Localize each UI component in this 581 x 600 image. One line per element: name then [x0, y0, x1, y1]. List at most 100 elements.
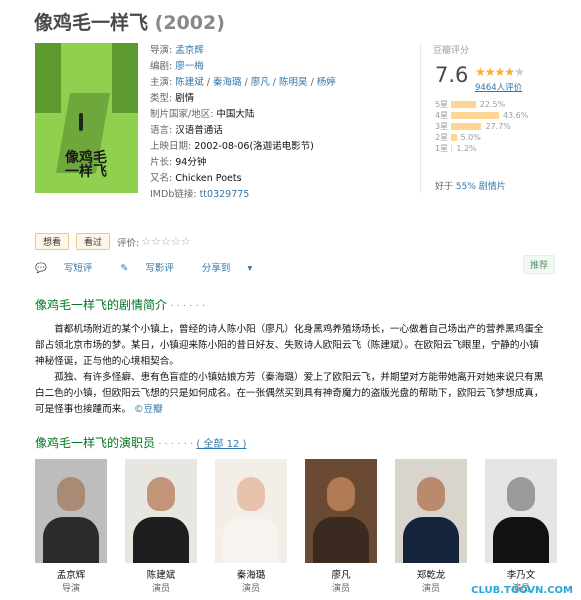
cast-link[interactable]: 陈明昊 [279, 77, 308, 88]
write-short-review-link[interactable]: 💬 写短评 [35, 260, 106, 274]
cast-member[interactable]: 陈建斌 演员 [125, 459, 197, 594]
poster-title: 像鸡毛 一样飞 [65, 151, 107, 179]
cast-link[interactable]: 廖凡 [251, 77, 270, 88]
rate-star-5-icon[interactable]: ☆ [181, 235, 191, 248]
rating-dist-percent: 22.5% [479, 100, 506, 109]
cast-name[interactable]: 孟京辉 [35, 567, 107, 581]
cast-link[interactable]: 秦海璐 [213, 77, 242, 88]
rating-votes-link[interactable]: 9464人评价 [475, 81, 522, 93]
movie-info: 导演: 孟京辉 编剧: 廖一梅 主演: 陈建斌 / 秦海璐 / 廖凡 / 陈明昊… [150, 43, 336, 203]
synopsis-paragraph-text: 孤独、有许多怪癖、患有色盲症的小镇姑娘方芳（秦海璐）爱上了欧阳云飞，并期望对方能… [35, 372, 544, 415]
cast-link[interactable]: 杨婷 [317, 77, 336, 88]
writer-label: 编剧: [150, 61, 176, 72]
rating-dist-row: 5星 22.5% [435, 99, 555, 110]
rating-star-icon: ★ [494, 65, 506, 79]
cast-name[interactable]: 陈建斌 [125, 567, 197, 581]
better-than: 好于 55% 剧情片 [435, 179, 506, 192]
cast-label: 主演: [150, 77, 176, 88]
rate-star-2-icon[interactable]: ☆ [151, 235, 161, 248]
all-cast-link[interactable]: ( 全部 12 ) [196, 439, 246, 450]
cast-photo[interactable] [395, 459, 467, 563]
cast-role: 演员 [241, 584, 260, 594]
synopsis-text: 首都机场附近的某个小镇上，曾经的诗人陈小阳（廖凡）化身黑鸡养殖场场长，一心做着自… [35, 322, 545, 418]
share-label: 分享到 [201, 263, 231, 274]
rate-star-3-icon[interactable]: ☆ [161, 235, 171, 248]
write-review-label: 写影评 [145, 263, 174, 274]
recommend-button[interactable]: 推荐 [523, 255, 556, 274]
cast-member[interactable]: 廖凡 演员 [305, 459, 377, 594]
rating-dist-percent: 5.0% [460, 133, 481, 142]
synopsis-title: 像鸡毛一样飞的剧情简介 [35, 298, 168, 312]
country-label: 制片国家/地区: [150, 109, 217, 120]
watched-button[interactable]: 看过 [76, 233, 111, 250]
movie-name: 像鸡毛一样飞 [34, 12, 149, 34]
cast-name[interactable]: 李乃文 [485, 567, 557, 581]
country-value: 中国大陆 [216, 109, 255, 120]
site-watermark: CLUB.TGOVN.COM [471, 585, 573, 596]
cast-photo[interactable] [35, 459, 107, 563]
cast-link[interactable]: 陈建斌 [175, 77, 204, 88]
poster-building-right [112, 43, 138, 113]
cast-member[interactable]: 李乃文 演员 [485, 459, 557, 594]
separator: / [269, 77, 280, 88]
poster-title-line1: 像鸡毛 [65, 150, 107, 166]
writer-link[interactable]: 廖一梅 [175, 61, 204, 72]
language-label: 语言: [150, 125, 176, 136]
rating-star-icon: ★ [484, 65, 496, 79]
cast-photo[interactable] [485, 459, 557, 563]
chevron-down-icon: ▾ [247, 263, 253, 274]
synopsis-heading: 像鸡毛一样飞的剧情简介 · · · · · · [35, 296, 205, 313]
better-prefix: 好于 [435, 182, 456, 192]
aka-label: 又名: [150, 173, 176, 184]
movie-poster[interactable]: 像鸡毛 一样飞 [35, 43, 138, 193]
movie-year: (2002) [154, 12, 225, 34]
synopsis-paragraph: 首都机场附近的某个小镇上，曾经的诗人陈小阳（廖凡）化身黑鸡养殖场场长，一心做着自… [35, 324, 544, 367]
want-to-watch-button[interactable]: 想看 [35, 233, 70, 250]
release-label: 上映日期: [150, 141, 195, 152]
cast-heading: 像鸡毛一样飞的演职员 · · · · · · ( 全部 12 ) [35, 434, 246, 451]
rating-dist-label: 3星 [435, 122, 449, 131]
cast-name[interactable]: 郑乾龙 [395, 567, 467, 581]
cast-dots: · · · · · · [155, 439, 197, 450]
better-genre-link[interactable]: 剧情片 [476, 182, 506, 192]
rating-dist-bar [451, 123, 482, 130]
cast-photo[interactable] [125, 459, 197, 563]
imdb-link[interactable]: tt0329775 [200, 189, 250, 200]
cast-role: 导演 [61, 584, 80, 594]
separator: / [241, 77, 251, 88]
page-title: 像鸡毛一样飞 (2002) [34, 8, 225, 35]
rating-dist-bar [451, 112, 499, 119]
separator: / [203, 77, 213, 88]
cast-photo[interactable] [305, 459, 377, 563]
imdb-label: IMDb链接: [150, 189, 200, 200]
write-short-label: 写短评 [63, 263, 93, 274]
cast-member[interactable]: 孟京辉 导演 [35, 459, 107, 594]
share-dropdown[interactable]: 分享到 ▾ [202, 260, 266, 274]
separator: / [307, 77, 317, 88]
release-value: 2002-08-06(洛迦诺电影节) [194, 141, 314, 152]
director-link[interactable]: 孟京辉 [175, 45, 204, 56]
douban-source-link[interactable]: ©豆瓣 [134, 404, 163, 415]
cast-name[interactable]: 廖凡 [305, 567, 377, 581]
rating-panel: 豆瓣评分 7.6 ★★★★★ 9464人评价 5星 22.5% 4星 43.6% 3星 2… [420, 43, 550, 193]
synopsis-paragraph: 孤独、有许多怪癖、患有色盲症的小镇姑娘方芳（秦海璐）爱上了欧阳云飞，并期望对方能… [35, 370, 545, 418]
cast-photo[interactable] [215, 459, 287, 563]
rating-dist-label: 2星 [435, 133, 449, 142]
rating-header: 豆瓣评分 [433, 46, 470, 56]
rating-dist-bar [451, 101, 476, 108]
cast-member[interactable]: 秦海璐 演员 [215, 459, 287, 594]
rate-star-4-icon[interactable]: ☆ [171, 235, 181, 248]
rating-dist-row: 2星 5.0% [435, 132, 555, 143]
cast-name[interactable]: 秦海璐 [215, 567, 287, 581]
rating-dist-percent: 43.6% [502, 111, 529, 120]
rating-stars: ★★★★★ [475, 65, 525, 79]
poster-title-line2: 一样飞 [65, 164, 107, 180]
cast-member[interactable]: 郑乾龙 演员 [395, 459, 467, 594]
rating-dist-label: 1星 [435, 144, 449, 153]
action-bar: 想看 看过 评价: ☆ ☆ ☆ ☆ ☆ [35, 233, 191, 250]
runtime-value: 94分钟 [175, 157, 207, 168]
rate-star-1-icon[interactable]: ☆ [141, 235, 151, 248]
write-review-link[interactable]: ✎ 写影评 [120, 260, 188, 274]
better-percent-link[interactable]: 55% [456, 182, 476, 192]
cast-title: 像鸡毛一样飞的演职员 [35, 436, 156, 450]
